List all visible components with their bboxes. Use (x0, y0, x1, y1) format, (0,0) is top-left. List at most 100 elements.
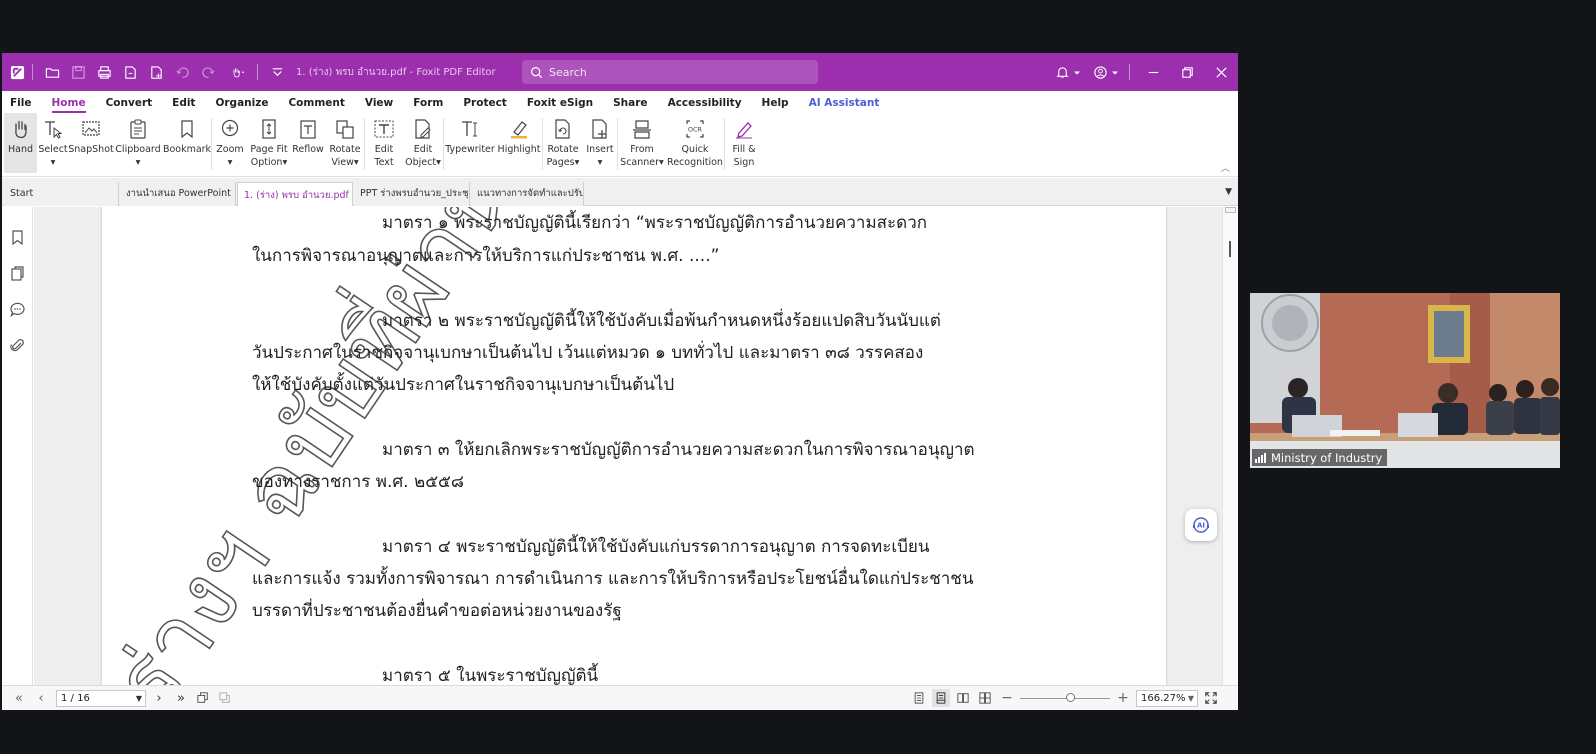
tab-help[interactable]: Help (762, 91, 789, 113)
edit-text-icon (374, 120, 394, 138)
tab-home[interactable]: Home (51, 91, 86, 113)
ribbon-tabs: File Home Convert Edit Organize Comment … (2, 91, 1238, 113)
doc-tab-label: 1. (ร่าง) พรบ อำนวย.pdf (244, 190, 349, 201)
tab-form[interactable]: Form (413, 91, 443, 113)
full-screen-icon[interactable] (1202, 689, 1220, 707)
tab-list-dropdown-icon[interactable]: ▼ (1225, 187, 1232, 197)
tab-protect[interactable]: Protect (463, 91, 506, 113)
foxit-logo-icon[interactable] (6, 61, 28, 83)
facing-view-icon[interactable] (954, 689, 972, 707)
tab-foxit-esign[interactable]: Foxit eSign (527, 91, 593, 113)
notification-bell-icon[interactable] (1051, 61, 1073, 83)
tab-organize[interactable]: Organize (215, 91, 268, 113)
document-viewport[interactable]: ร่างฯ ฉบับที่ผ่านคณะ มาตรา ๑ พระราชบัญญั… (34, 207, 1222, 685)
print-icon[interactable] (93, 61, 115, 83)
next-view-icon[interactable] (216, 689, 234, 707)
quick-recognition-button[interactable]: OCR Quick Recognition (666, 113, 724, 173)
doc-tab-powerpoint[interactable]: งานนำเสนอ PowerPoint (120, 182, 236, 206)
dropdown-arrow-icon[interactable] (1111, 61, 1119, 83)
close-window-icon[interactable] (1210, 61, 1232, 83)
clipboard-button[interactable]: Clipboard ▾ (113, 113, 163, 173)
rotate-pages-button[interactable]: Rotate Pages▾ (543, 113, 583, 173)
search-box[interactable] (522, 60, 818, 84)
save-icon[interactable] (67, 61, 89, 83)
zoom-dropdown-icon[interactable]: ▼ (1188, 691, 1194, 706)
select-button[interactable]: Select ▾ (37, 113, 69, 173)
zoom-slider-thumb[interactable] (1065, 692, 1075, 702)
snapshot-button[interactable]: SnapShot (68, 113, 114, 173)
scroll-thumb[interactable] (1229, 241, 1231, 257)
open-folder-icon[interactable] (41, 61, 63, 83)
doc-tab-label: PPT ร่างพรบอำนวย_ประชุม... (360, 188, 469, 199)
customize-quick-access-icon[interactable] (266, 61, 288, 83)
tab-comment[interactable]: Comment (288, 91, 344, 113)
minimize-icon[interactable] (1142, 61, 1164, 83)
participant-video-tile[interactable]: Ministry of Industry (1250, 293, 1560, 468)
next-page-icon[interactable]: › (150, 689, 168, 707)
bookmark-button[interactable]: Bookmark (163, 113, 211, 173)
page-fit-icon (262, 119, 276, 139)
hand-button[interactable]: Hand (4, 113, 37, 173)
tab-share[interactable]: Share (613, 91, 647, 113)
insert-button[interactable]: Insert ▾ (583, 113, 617, 173)
collapse-ribbon-icon[interactable]: ︿ (1221, 161, 1230, 174)
vertical-scrollbar[interactable] (1222, 207, 1238, 685)
tab-convert[interactable]: Convert (106, 91, 153, 113)
last-page-icon[interactable]: » (172, 689, 190, 707)
doc-tab-guideline[interactable]: แนวทางการจัดทำและปรับป... (471, 182, 584, 206)
fill-sign-button[interactable]: Fill & Sign (725, 113, 763, 173)
account-icon[interactable] (1089, 61, 1111, 83)
doc-line: บรรดาที่ประชาชนต้องยื่นคำขอต่อหน่วยงานขอ… (252, 601, 622, 621)
attachments-panel-icon[interactable] (9, 337, 26, 354)
scroll-up-button[interactable] (1225, 207, 1236, 213)
tab-ai-assistant[interactable]: AI Assistant (809, 91, 880, 113)
typewriter-button[interactable]: Typewriter (444, 113, 496, 173)
search-input[interactable] (549, 65, 789, 79)
edit-text-label: Edit Text (374, 144, 394, 168)
create-pdf-icon[interactable] (119, 61, 141, 83)
previous-page-icon[interactable]: ‹ (32, 689, 50, 707)
reflow-button[interactable]: Reflow (290, 113, 326, 173)
tab-view[interactable]: View (365, 91, 393, 113)
previous-view-icon[interactable] (194, 689, 212, 707)
page-number-input[interactable]: 1 / 16 ▼ (56, 689, 146, 707)
doc-tab-active-pdf[interactable]: 1. (ร่าง) พรบ อำนวย.pdf✕ (237, 182, 353, 206)
continuous-facing-view-icon[interactable] (976, 689, 994, 707)
edit-object-button[interactable]: Edit Object▾ (403, 113, 443, 173)
continuous-view-icon[interactable] (932, 689, 950, 707)
page-fit-label: Page Fit Option▾ (250, 144, 288, 168)
highlight-label: Highlight (497, 144, 541, 155)
page-fit-option-button[interactable]: Page Fit Option▾ (248, 113, 290, 173)
tab-edit[interactable]: Edit (172, 91, 195, 113)
zoom-percentage-field[interactable]: 166.27% ▼ (1136, 689, 1198, 707)
doc-tab-label: งานนำเสนอ PowerPoint (126, 188, 231, 199)
undo-icon[interactable] (171, 61, 193, 83)
from-scanner-button[interactable]: From Scanner▾ (618, 113, 666, 173)
zoom-out-icon[interactable]: − (998, 689, 1016, 707)
bookmarks-panel-icon[interactable] (9, 229, 26, 246)
select-label: Select ▾ (38, 144, 68, 168)
first-page-icon[interactable]: « (10, 689, 28, 707)
tab-accessibility[interactable]: Accessibility (668, 91, 742, 113)
rotate-view-button[interactable]: Rotate View▾ (326, 113, 364, 173)
doc-tab-start[interactable]: Start (4, 182, 119, 206)
zoom-slider[interactable] (1020, 692, 1110, 702)
edit-text-button[interactable]: Edit Text (365, 113, 403, 173)
rotate-pages-icon (555, 119, 570, 139)
hand-tool-dropdown-icon[interactable] (223, 61, 253, 83)
doc-tab-ppt-draft[interactable]: PPT ร่างพรบอำนวย_ประชุม... (354, 182, 470, 206)
redo-icon[interactable] (197, 61, 219, 83)
page-dropdown-icon[interactable]: ▼ (136, 691, 142, 706)
tab-file[interactable]: File (10, 91, 32, 113)
restore-icon[interactable] (1176, 61, 1198, 83)
zoom-in-icon[interactable]: + (1114, 689, 1132, 707)
ai-assistant-float-button[interactable]: AI (1185, 509, 1217, 541)
single-page-view-icon[interactable] (910, 689, 928, 707)
zoom-button[interactable]: Zoom ▾ (212, 113, 248, 173)
pages-panel-icon[interactable] (9, 265, 26, 282)
highlight-button[interactable]: Highlight (496, 113, 542, 173)
dropdown-arrow-icon[interactable] (1073, 61, 1081, 83)
pdf-page: ร่างฯ ฉบับที่ผ่านคณะ มาตรา ๑ พระราชบัญญั… (102, 207, 1166, 685)
new-document-icon[interactable] (145, 61, 167, 83)
comments-panel-icon[interactable] (9, 301, 26, 318)
